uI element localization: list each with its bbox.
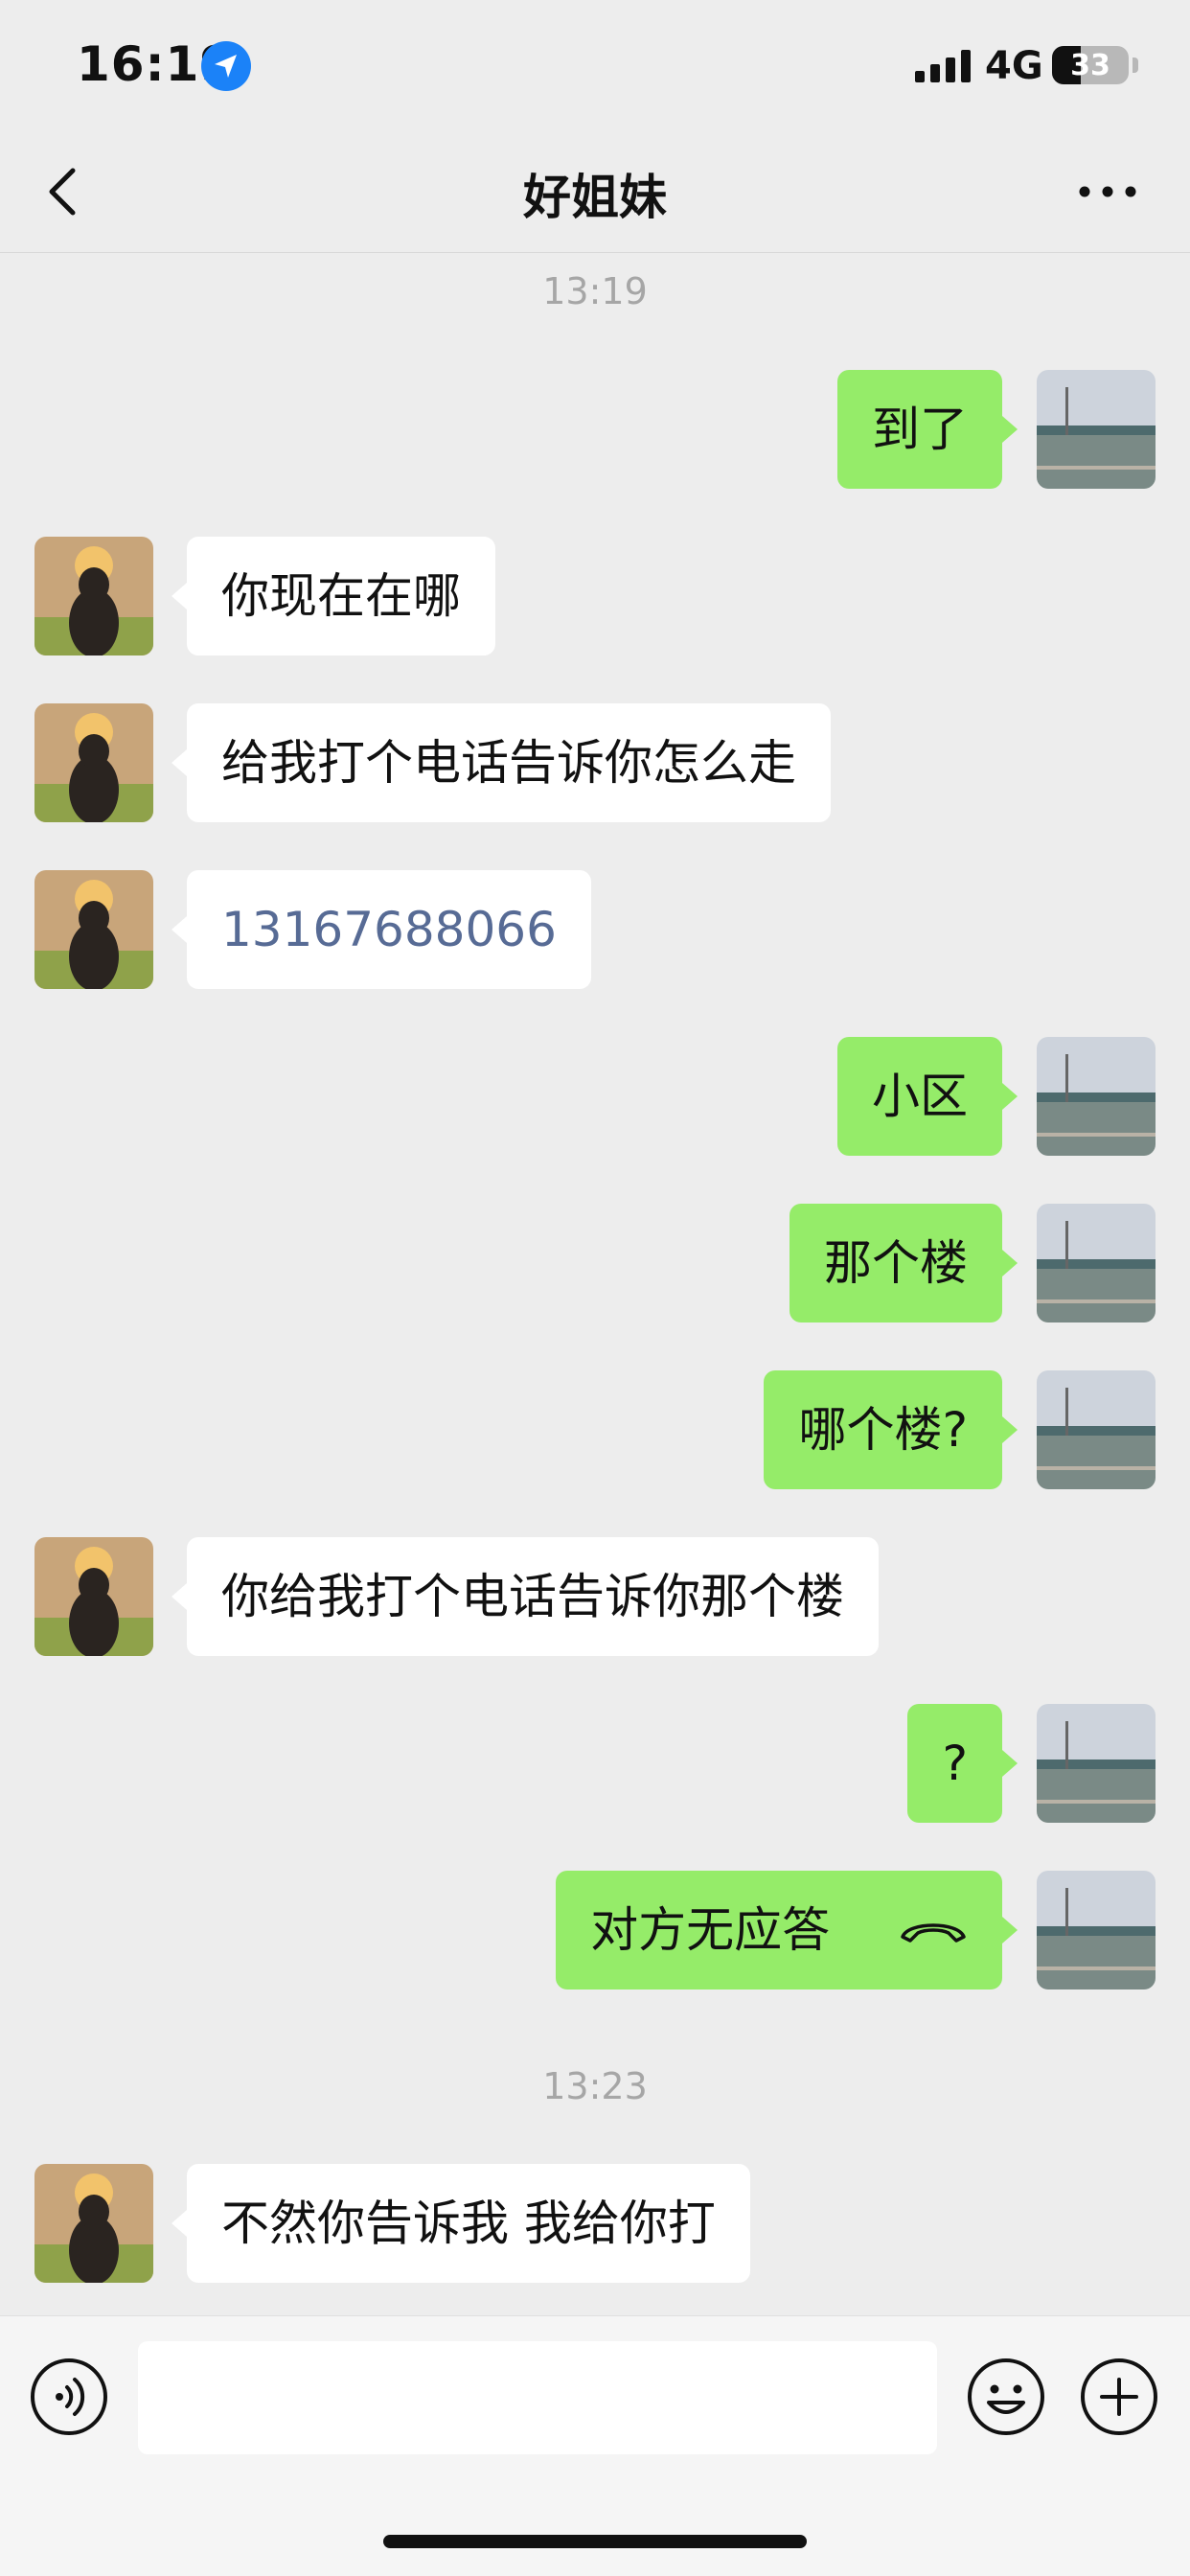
message-text: 不然你告诉我 我给你打 (221, 2196, 716, 2251)
more-options-icon[interactable] (1077, 172, 1138, 211)
contact-avatar[interactable] (34, 870, 153, 989)
input-bar (0, 2315, 1190, 2576)
outgoing-bubble[interactable]: 小区 (837, 1037, 1018, 1156)
location-arrow-icon (201, 41, 251, 91)
message-row: 你给我打个电话告诉你那个楼 (0, 1537, 1190, 1656)
message-row: ? (0, 1704, 1190, 1823)
contact-avatar[interactable] (34, 1537, 153, 1656)
timestamp: 13:23 (542, 2065, 648, 2107)
message-text: 小区 (872, 1069, 968, 1124)
my-avatar[interactable] (1037, 1871, 1156, 1990)
incoming-bubble[interactable]: 不然你告诉我 我给你打 (172, 2164, 750, 2283)
my-avatar[interactable] (1037, 370, 1156, 489)
contact-avatar[interactable] (34, 703, 153, 822)
message-row: 不然你告诉我 我给你打 (0, 2164, 1190, 2283)
phone-hangup-icon (901, 1922, 966, 1943)
incoming-bubble[interactable]: 你给我打个电话告诉你那个楼 (172, 1537, 879, 1656)
message-text: 到了 (872, 402, 968, 457)
my-avatar[interactable] (1037, 1204, 1156, 1322)
message-row: 你现在在哪 (0, 537, 1190, 656)
message-row: 哪个楼? (0, 1370, 1190, 1489)
call-status-bubble[interactable]: 对方无应答 (556, 1871, 1018, 1990)
outgoing-bubble[interactable]: 那个楼 (790, 1204, 1018, 1322)
signal-icon (915, 50, 971, 82)
voice-input-icon[interactable] (29, 2357, 109, 2437)
status-bar: 16:19 4G 33 (0, 0, 1190, 134)
message-row: 小区 (0, 1037, 1190, 1156)
message-text: 对方无应答 (590, 1902, 831, 1958)
chat-screen: 16:19 4G 33 好姐妹 13:19 13:23 到了 你现在在哪 给我打… (0, 0, 1190, 2576)
my-avatar[interactable] (1037, 1704, 1156, 1823)
outgoing-bubble[interactable]: 到了 (837, 370, 1018, 489)
message-text: 给我打个电话告诉你怎么走 (221, 735, 796, 791)
nav-bar: 好姐妹 (0, 134, 1190, 253)
timestamp: 13:19 (542, 270, 648, 312)
my-avatar[interactable] (1037, 1037, 1156, 1156)
contact-avatar[interactable] (34, 537, 153, 656)
incoming-bubble[interactable]: 13167688066 (172, 870, 591, 989)
chat-title: 好姐妹 (523, 170, 667, 225)
outgoing-bubble[interactable]: 哪个楼? (764, 1370, 1018, 1489)
phone-number-link[interactable]: 13167688066 (221, 902, 557, 957)
incoming-bubble[interactable]: 给我打个电话告诉你怎么走 (172, 703, 831, 822)
battery-level: 33 (1070, 49, 1110, 82)
message-row: 13167688066 (0, 870, 1190, 989)
incoming-bubble[interactable]: 你现在在哪 (172, 537, 495, 656)
emoji-icon[interactable] (966, 2357, 1046, 2437)
message-row: 给我打个电话告诉你怎么走 (0, 703, 1190, 822)
contact-avatar[interactable] (34, 2164, 153, 2283)
message-row: 那个楼 (0, 1204, 1190, 1322)
message-row: 到了 (0, 370, 1190, 489)
outgoing-bubble[interactable]: ? (907, 1704, 1018, 1823)
message-text: 哪个楼? (798, 1402, 968, 1458)
battery-cap (1133, 58, 1138, 73)
message-text: ? (942, 1736, 968, 1791)
battery-icon: 33 (1052, 46, 1129, 84)
more-features-plus-icon[interactable] (1079, 2357, 1159, 2437)
message-text: 你现在在哪 (221, 568, 461, 624)
message-text: 你给我打个电话告诉你那个楼 (221, 1569, 844, 1624)
message-text: 那个楼 (824, 1235, 968, 1291)
message-input[interactable] (138, 2341, 937, 2454)
my-avatar[interactable] (1037, 1370, 1156, 1489)
message-row: 对方无应答 (0, 1871, 1190, 1990)
home-indicator (383, 2535, 807, 2548)
network-type: 4G (985, 44, 1043, 88)
